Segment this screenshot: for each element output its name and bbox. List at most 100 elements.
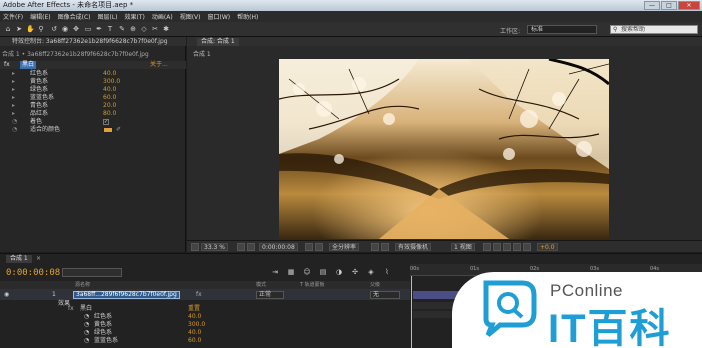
param-row[interactable]: ◔ 蓝蓝色系 60.0: [0, 337, 410, 345]
composition-tab[interactable]: 合成: 合成 1: [197, 38, 239, 46]
param-value[interactable]: 300.0: [103, 78, 120, 86]
menu-help[interactable]: 帮助(H): [237, 12, 258, 21]
layer-parent-select[interactable]: 无: [370, 291, 400, 299]
reset-link[interactable]: 重置: [188, 305, 200, 313]
stopwatch-icon[interactable]: ◔: [84, 321, 89, 329]
effect-controls-tab[interactable]: 特效控制台: 3a68ff27362e1b28f9f6628c7b7f0e0f.…: [0, 37, 186, 46]
param-row[interactable]: ◔ 黄色系 300.0: [0, 321, 410, 329]
hand-icon[interactable]: ✋: [26, 25, 35, 33]
eraser-icon[interactable]: ◇: [140, 25, 148, 33]
maximize-button[interactable]: □: [661, 1, 677, 10]
resolution-select[interactable]: 全分辨率: [329, 243, 360, 251]
camera-select[interactable]: 有效摄像机: [395, 243, 432, 251]
workspace-select[interactable]: 标准: [527, 25, 597, 34]
roto-icon[interactable]: ✂: [151, 25, 159, 33]
param-row[interactable]: ◔ 绿色系 40.0: [0, 329, 410, 337]
view-layout-select[interactable]: 1 视图: [451, 243, 475, 251]
mode-header[interactable]: 模式: [256, 281, 266, 289]
current-time-display[interactable]: 0:00:00:08: [259, 243, 298, 251]
minimize-button[interactable]: —: [644, 1, 660, 10]
stopwatch-icon[interactable]: ◔: [12, 118, 17, 126]
stopwatch-icon[interactable]: ◔: [84, 337, 89, 345]
shy-layers-icon[interactable]: ☺: [302, 268, 312, 277]
param-value[interactable]: 40.0: [188, 329, 201, 337]
rotate-icon[interactable]: ↺: [50, 25, 58, 33]
menu-effect[interactable]: 效果(T): [125, 12, 145, 21]
menu-edit[interactable]: 编辑(E): [30, 12, 50, 21]
clone-icon[interactable]: ⊕: [129, 25, 137, 33]
mask-toggle-icon[interactable]: [247, 243, 255, 251]
playhead[interactable]: [411, 276, 412, 348]
param-value[interactable]: 40.0: [103, 86, 116, 94]
menu-view[interactable]: 视图(V): [180, 12, 201, 21]
exposure-reset-icon[interactable]: [523, 243, 531, 251]
effect-row[interactable]: fx 黑白 重置: [0, 305, 410, 313]
eyedropper-icon[interactable]: ✐: [116, 126, 121, 134]
brainstorm-icon[interactable]: ✣: [350, 268, 360, 277]
camera-icon[interactable]: ◉: [61, 25, 69, 33]
layer-name[interactable]: 3a68ff...289f6f9628c7b7f0e0f.jpg: [73, 291, 180, 299]
param-value[interactable]: 80.0: [103, 110, 116, 118]
param-value[interactable]: 20.0: [103, 102, 116, 110]
home-icon[interactable]: ⌂: [4, 25, 12, 33]
close-button[interactable]: ✕: [678, 1, 700, 10]
brush-icon[interactable]: ✎: [118, 25, 126, 33]
zoom-icon[interactable]: ⚲: [37, 25, 45, 33]
layer-row[interactable]: ◉ 1 3a68ff...289f6f9628c7b7f0e0f.jpg fx …: [0, 289, 410, 300]
motion-blur-icon[interactable]: ◑: [334, 268, 344, 277]
selection-icon[interactable]: ➤: [15, 25, 23, 33]
eye-icon[interactable]: ◉: [4, 289, 9, 300]
tint-checkbox[interactable]: ✓: [103, 119, 109, 125]
show-snapshot-icon[interactable]: [315, 243, 323, 251]
param-value[interactable]: 300.0: [188, 321, 205, 329]
snapshot-icon[interactable]: [305, 243, 313, 251]
exposure-value[interactable]: +0.0: [537, 243, 558, 251]
param-row[interactable]: ◔ 红色系 40.0: [0, 313, 410, 321]
menu-file[interactable]: 文件(F): [3, 12, 23, 21]
pin-icon[interactable]: ✱: [162, 25, 170, 33]
zoom-select[interactable]: 33.3 %: [201, 243, 228, 251]
track-matte-header[interactable]: T 轨道蒙板: [300, 281, 325, 289]
expand-triangle-icon[interactable]: ▸: [12, 86, 15, 94]
param-value[interactable]: 40.0: [103, 70, 116, 78]
composition-viewer[interactable]: [279, 59, 609, 239]
draft-3d-icon[interactable]: ▦: [286, 268, 296, 277]
fx-switch-icon[interactable]: fx: [196, 289, 202, 300]
expand-triangle-icon[interactable]: ▸: [12, 94, 15, 102]
timeline-icon[interactable]: [503, 243, 511, 251]
menu-composition[interactable]: 图像合成(C): [58, 12, 91, 21]
layer-search-input[interactable]: [62, 268, 122, 277]
effect-about-link[interactable]: 关于...: [150, 61, 168, 69]
graph-editor-icon[interactable]: ⌇: [382, 268, 392, 277]
source-name-header[interactable]: 源名称: [75, 281, 90, 289]
param-value[interactable]: 60.0: [103, 94, 116, 102]
close-tab-icon[interactable]: ×: [36, 255, 41, 262]
frame-blend-icon[interactable]: ▤: [318, 268, 328, 277]
rect-icon[interactable]: ▭: [84, 25, 92, 33]
parent-header[interactable]: 父级: [370, 281, 380, 289]
transparency-grid-icon[interactable]: [381, 243, 389, 251]
menu-layer[interactable]: 图层(L): [98, 12, 118, 21]
effect-header-row[interactable]: fx 黑白 关于...: [0, 61, 186, 69]
expand-triangle-icon[interactable]: ▸: [12, 78, 15, 86]
timeline-current-time[interactable]: 0:00:00:08: [6, 268, 60, 278]
pixel-aspect-icon[interactable]: [483, 243, 491, 251]
stopwatch-icon[interactable]: ◔: [12, 126, 17, 134]
menu-window[interactable]: 窗口(W): [207, 12, 230, 21]
pan-icon[interactable]: ✥: [72, 25, 80, 33]
fx-toggle-icon[interactable]: fx: [4, 61, 10, 69]
always-preview-icon[interactable]: [191, 243, 199, 251]
param-value[interactable]: 40.0: [188, 313, 201, 321]
stopwatch-icon[interactable]: ◔: [84, 313, 89, 321]
pen-icon[interactable]: ✒: [95, 25, 103, 33]
layer-mode-select[interactable]: 正常: [256, 291, 284, 299]
tint-color-swatch[interactable]: [103, 127, 113, 133]
stopwatch-icon[interactable]: ◔: [84, 329, 89, 337]
expand-triangle-icon[interactable]: ▸: [12, 102, 15, 110]
expand-triangle-icon[interactable]: ▸: [12, 110, 15, 118]
comp-mini-flowchart-icon[interactable]: ⇥: [270, 268, 280, 277]
expand-triangle-icon[interactable]: ▸: [12, 70, 15, 78]
auto-keyframe-icon[interactable]: ◈: [366, 268, 376, 277]
param-value[interactable]: 60.0: [188, 337, 201, 345]
help-search-input[interactable]: ⚲ 搜索帮助: [610, 25, 698, 34]
